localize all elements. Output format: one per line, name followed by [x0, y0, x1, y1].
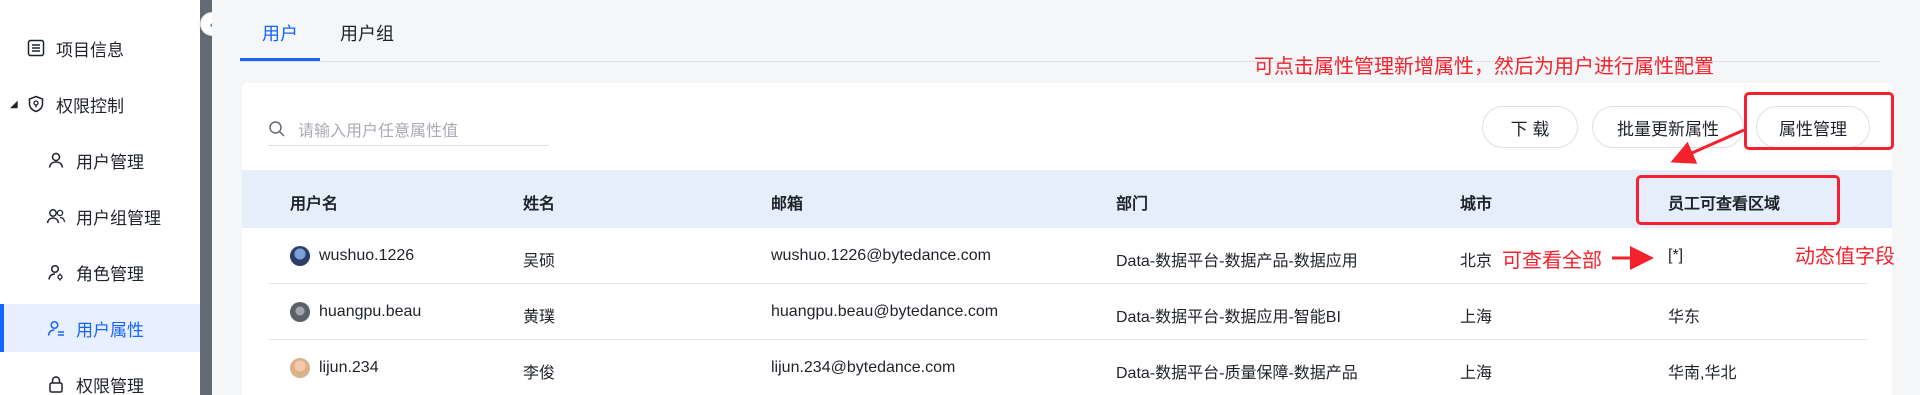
annotation-top-hint: 可点击属性管理新增属性，然后为用户进行属性配置	[1254, 56, 1714, 78]
tab-user-groups[interactable]: 用户组	[340, 20, 394, 46]
cell-username: lijun.234	[319, 359, 379, 376]
sidebar-item-user-management[interactable]: 用户管理	[0, 136, 200, 184]
sidebar-item-permission-management[interactable]: 权限管理	[0, 360, 200, 395]
user-icon	[46, 150, 66, 170]
cell-email: huangpu.beau@bytedance.com	[771, 303, 999, 320]
column-header-name[interactable]: 姓名	[523, 190, 555, 214]
column-header-department[interactable]: 部门	[1116, 190, 1148, 214]
search-icon	[268, 120, 286, 138]
cell-region: 华南,华北	[1668, 365, 1737, 382]
cell-region: 华东	[1668, 309, 1701, 326]
sidebar-scrollbar[interactable]	[200, 0, 212, 395]
row-divider	[268, 283, 1868, 284]
highlight-box-region-column	[1636, 175, 1840, 225]
shield-icon	[26, 94, 46, 114]
cell-city: 上海	[1460, 309, 1493, 326]
sidebar-item-user-group-management[interactable]: 用户组管理	[0, 192, 200, 240]
sidebar-item-label: 角色管理	[76, 264, 144, 284]
cell-city: 上海	[1460, 365, 1493, 382]
cell-email: wushuo.1226@bytedance.com	[771, 247, 991, 264]
sidebar-item-permission-control[interactable]: ◢ 权限控制	[0, 80, 200, 128]
sidebar-item-user-attributes[interactable]: 用户属性	[0, 304, 200, 352]
sidebar-item-label: 用户管理	[76, 152, 144, 172]
sidebar-item-label: 项目信息	[56, 40, 124, 60]
avatar	[290, 358, 310, 378]
highlight-box-attribute-management	[1744, 92, 1894, 150]
role-icon	[46, 262, 66, 282]
annotation-dynamic-field: 动态值字段	[1795, 246, 1895, 268]
search-placeholder: 请输入用户任意属性值	[298, 122, 459, 140]
cell-department: Data-数据平台-数据应用-智能BI	[1116, 309, 1341, 326]
download-button[interactable]: 下 载	[1482, 106, 1578, 148]
user-attribute-icon	[46, 318, 66, 338]
caret-down-icon[interactable]: ◢	[10, 99, 18, 110]
list-icon	[26, 38, 46, 58]
tab-users[interactable]: 用户	[262, 20, 298, 46]
active-tab-indicator	[240, 58, 320, 61]
annotation-view-all: 可查看全部	[1502, 250, 1602, 272]
cell-username: huangpu.beau	[319, 303, 422, 320]
lock-icon	[46, 374, 66, 394]
sidebar-item-label: 用户属性	[76, 320, 144, 340]
cell-username: wushuo.1226	[319, 247, 415, 264]
cell-department: Data-数据平台-数据产品-数据应用	[1116, 253, 1358, 270]
user-group-icon	[46, 206, 66, 226]
cell-name: 吴硕	[523, 253, 556, 270]
column-header-username[interactable]: 用户名	[290, 190, 338, 214]
column-header-city[interactable]: 城市	[1460, 190, 1492, 214]
column-header-email[interactable]: 邮箱	[771, 190, 803, 214]
cell-name: 黄璞	[523, 309, 556, 326]
cell-name: 李俊	[523, 365, 556, 382]
sidebar: 项目信息 ◢ 权限控制 用户管理 用户组管理 角色管理 用户属性 权限管理	[0, 0, 200, 395]
sidebar-item-label: 权限管理	[76, 376, 144, 395]
cell-email: lijun.234@bytedance.com	[771, 359, 956, 376]
row-divider	[268, 339, 1868, 340]
cell-department: Data-数据平台-质量保障-数据产品	[1116, 365, 1358, 382]
bulk-update-attributes-button[interactable]: 批量更新属性	[1592, 106, 1744, 148]
sidebar-item-role-management[interactable]: 角色管理	[0, 248, 200, 296]
sidebar-item-label: 权限控制	[56, 96, 124, 116]
avatar	[290, 246, 310, 266]
avatar	[290, 302, 310, 322]
sidebar-item-label: 用户组管理	[76, 208, 161, 228]
cell-region: [*]	[1668, 247, 1684, 264]
sidebar-item-project-info[interactable]: 项目信息	[0, 24, 200, 72]
search-input[interactable]: 请输入用户任意属性值	[268, 112, 549, 146]
cell-city: 北京	[1460, 253, 1493, 270]
